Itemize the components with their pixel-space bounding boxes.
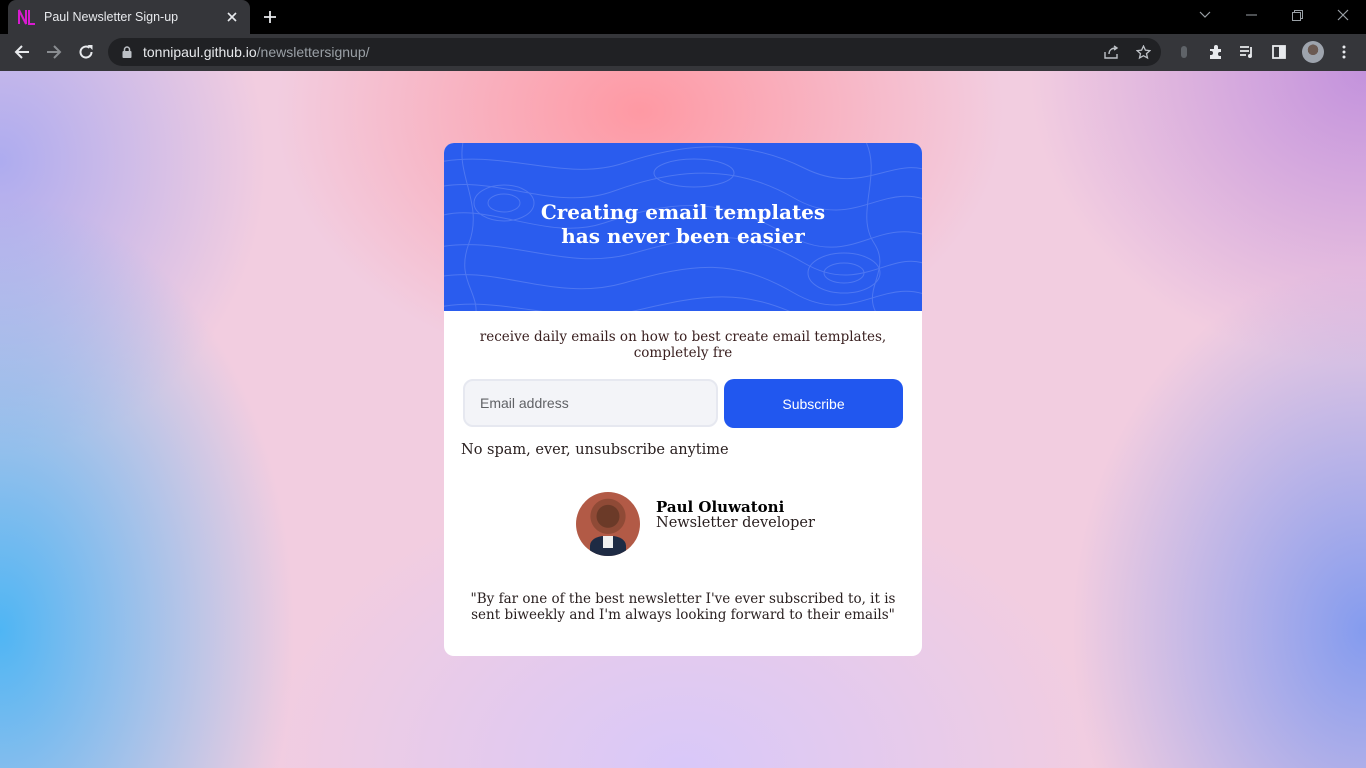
subscribe-button[interactable]: Subscribe <box>724 379 903 428</box>
reload-icon[interactable] <box>72 38 100 66</box>
hero-banner: Creating email templates has never been … <box>444 143 922 311</box>
side-panel-icon[interactable] <box>1269 42 1289 62</box>
back-icon[interactable] <box>8 38 36 66</box>
author-avatar <box>576 492 640 556</box>
author-block: Paul Oluwatoni Newsletter developer <box>576 492 896 556</box>
hero-title-line2: has never been easier <box>561 224 805 248</box>
nl-logo-icon <box>18 8 36 26</box>
tab-title: Paul Newsletter Sign-up <box>44 10 179 24</box>
new-tab-button[interactable] <box>259 6 281 28</box>
hero-title-line1: Creating email templates <box>540 200 826 224</box>
minimize-icon[interactable] <box>1228 0 1274 30</box>
share-icon[interactable] <box>1103 44 1119 60</box>
url-text: tonnipaul.github.io/newslettersignup/ <box>143 44 370 60</box>
no-spam-note: No spam, ever, unsubscribe anytime <box>461 442 729 458</box>
browser-toolbar: tonnipaul.github.io/newslettersignup/ <box>0 34 1366 71</box>
lock-icon[interactable] <box>120 45 134 59</box>
signup-card: Creating email templates has never been … <box>444 143 922 656</box>
address-bar[interactable]: tonnipaul.github.io/newslettersignup/ <box>108 38 1161 66</box>
restore-icon[interactable] <box>1274 0 1320 30</box>
extension-mic-icon[interactable] <box>1174 42 1194 62</box>
close-window-icon[interactable] <box>1320 0 1366 30</box>
author-role: Newsletter developer <box>656 515 815 531</box>
close-tab-icon[interactable] <box>224 9 240 25</box>
media-queue-icon[interactable] <box>1237 42 1257 62</box>
bookmark-star-icon[interactable] <box>1135 44 1151 60</box>
lead-text: receive daily emails on how to best crea… <box>479 329 887 361</box>
extensions-puzzle-icon[interactable] <box>1206 42 1226 62</box>
browser-tab[interactable]: Paul Newsletter Sign-up <box>8 0 250 34</box>
author-name: Paul Oluwatoni <box>656 498 785 516</box>
profile-avatar[interactable] <box>1302 41 1324 63</box>
avatar-collar <box>603 536 613 548</box>
tab-strip: Paul Newsletter Sign-up <box>0 0 1366 34</box>
page-viewport: Creating email templates has never been … <box>0 71 1366 768</box>
menu-kebab-icon[interactable] <box>1334 42 1354 62</box>
testimonial-quote: "By far one of the best newsletter I've … <box>470 591 896 623</box>
email-input[interactable] <box>463 379 718 427</box>
tab-search-icon[interactable] <box>1182 0 1228 30</box>
forward-icon[interactable] <box>40 38 68 66</box>
url-path: /newslettersignup/ <box>256 44 370 60</box>
hero-title: Creating email templates has never been … <box>444 200 922 248</box>
url-host: tonnipaul.github.io <box>143 44 257 60</box>
